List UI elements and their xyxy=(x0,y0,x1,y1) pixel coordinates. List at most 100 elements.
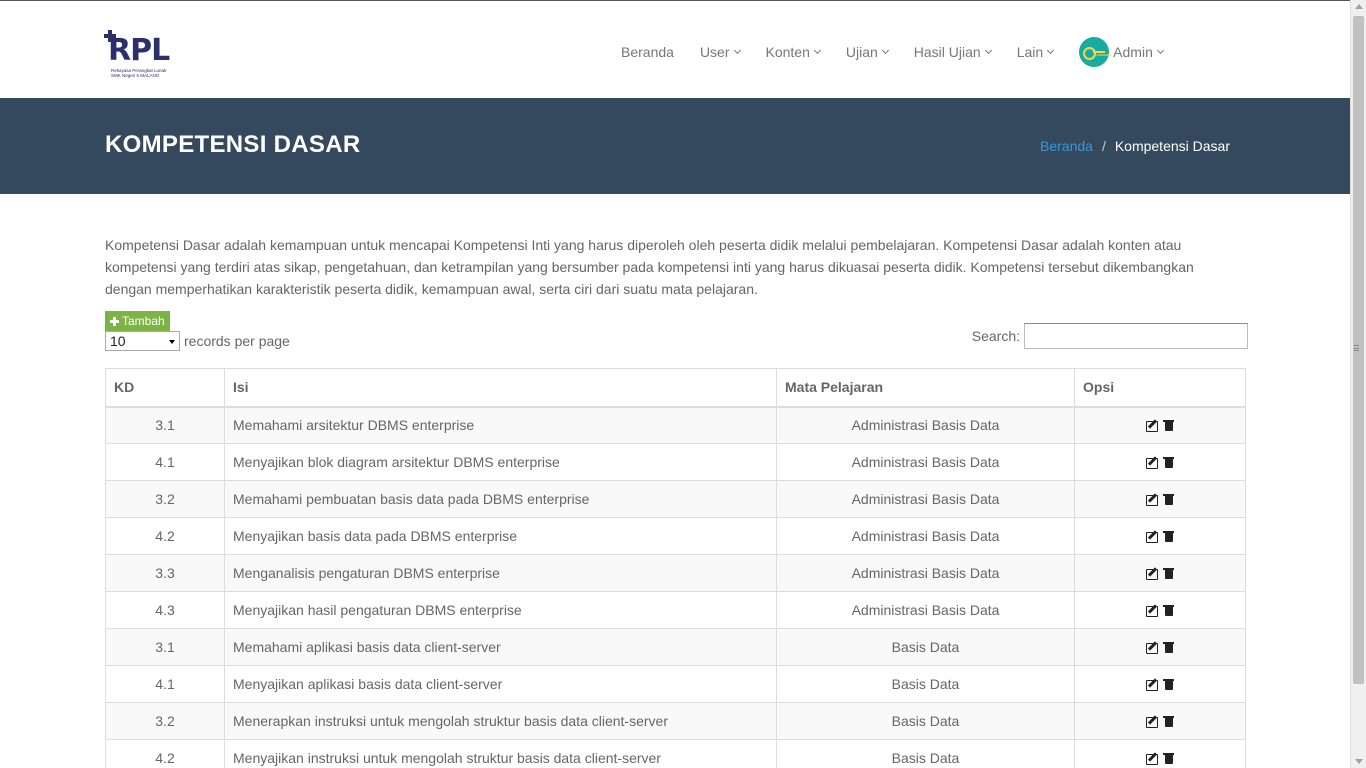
main-content: Kompetensi Dasar adalah kemampuan untuk … xyxy=(105,194,1248,768)
row-actions xyxy=(1083,641,1237,654)
trash-icon[interactable] xyxy=(1163,567,1174,579)
table-row: 4.1 Menyajikan blok diagram arsitektur DB… xyxy=(105,443,1246,481)
cell-opsi xyxy=(1074,443,1246,481)
per-page-control: 10 records per page xyxy=(105,331,290,351)
page-header: KOMPETENSI DASAR Beranda / Kompetensi Da… xyxy=(0,98,1350,194)
main-nav: Beranda User Konten Ujian Hasil Ujian La… xyxy=(608,35,1176,69)
column-header-kd[interactable]: KD xyxy=(105,368,225,408)
cell-mata-pelajaran: Basis Data xyxy=(776,628,1075,666)
row-actions xyxy=(1083,567,1237,580)
logo-text: RPL xyxy=(108,33,170,68)
nav-ujian[interactable]: Ujian xyxy=(833,44,901,60)
chevron-down-icon xyxy=(984,46,992,54)
breadcrumb-separator: / xyxy=(1101,138,1106,154)
kompetensi-table: KD Isi Mata Pelajaran Opsi 3.1 Memahami a… xyxy=(105,368,1246,768)
table-row: 3.1 Memahami arsitektur DBMS enterprise Ad… xyxy=(105,406,1246,444)
row-actions xyxy=(1083,530,1237,543)
cell-kd: 4.2 xyxy=(105,517,225,555)
chevron-down-icon xyxy=(1047,46,1055,54)
cell-mata-pelajaran: Basis Data xyxy=(776,702,1075,740)
cell-opsi xyxy=(1074,739,1246,768)
nav-hasil-ujian[interactable]: Hasil Ujian xyxy=(901,44,1004,60)
table-row: 4.2 Menyajikan basis data pada DBMS enter… xyxy=(105,517,1246,555)
trash-icon[interactable] xyxy=(1163,419,1174,432)
cell-opsi xyxy=(1074,554,1246,592)
chevron-down-icon xyxy=(733,46,741,54)
table-header-row: KD Isi Mata Pelajaran Opsi xyxy=(105,368,1246,408)
edit-icon[interactable] xyxy=(1146,752,1159,765)
cell-mata-pelajaran: Administrasi Basis Data xyxy=(776,591,1075,629)
row-actions xyxy=(1083,419,1237,433)
search-input[interactable] xyxy=(1024,323,1248,349)
nav-user[interactable]: User xyxy=(687,44,753,60)
add-button-label: Tambah xyxy=(122,314,165,328)
edit-icon[interactable] xyxy=(1146,456,1159,469)
cell-opsi xyxy=(1074,480,1246,518)
trash-icon[interactable] xyxy=(1163,752,1174,764)
cell-mata-pelajaran: Basis Data xyxy=(776,739,1075,768)
column-header-isi[interactable]: Isi xyxy=(224,368,777,408)
trash-icon[interactable] xyxy=(1163,678,1174,690)
nav-admin-menu[interactable]: Admin xyxy=(1066,37,1176,67)
cell-kd: 4.3 xyxy=(105,591,225,629)
trash-icon[interactable] xyxy=(1163,641,1174,653)
edit-icon[interactable] xyxy=(1146,567,1159,580)
table-row: 3.2 Menerapkan instruksi untuk mengolah s… xyxy=(105,702,1246,740)
edit-icon[interactable] xyxy=(1146,641,1159,654)
cell-kd: 3.2 xyxy=(105,702,225,740)
add-button[interactable]: Tambah xyxy=(105,311,170,331)
cell-mata-pelajaran: Administrasi Basis Data xyxy=(776,517,1075,555)
cell-kd: 3.2 xyxy=(105,480,225,518)
per-page-value: 10 xyxy=(110,333,126,349)
table-body: 3.1 Memahami arsitektur DBMS enterprise Ad… xyxy=(105,406,1246,768)
edit-icon[interactable] xyxy=(1146,604,1159,617)
edit-icon[interactable] xyxy=(1146,493,1159,506)
cell-kd: 4.2 xyxy=(105,739,225,768)
column-header-mata-pelajaran[interactable]: Mata Pelajaran xyxy=(776,368,1075,408)
trash-icon[interactable] xyxy=(1163,604,1174,616)
nav-ujian-label: Ujian xyxy=(845,44,878,60)
edit-icon[interactable] xyxy=(1146,419,1159,433)
table-row: 4.1 Menyajikan aplikasi basis data client… xyxy=(105,665,1246,703)
row-actions xyxy=(1083,752,1237,765)
per-page-label: records per page xyxy=(184,333,290,349)
cell-kd: 4.1 xyxy=(105,665,225,703)
row-actions xyxy=(1083,456,1237,469)
cell-isi: Menyajikan hasil pengaturan DBMS enterpr… xyxy=(224,591,777,629)
cell-mata-pelajaran: Administrasi Basis Data xyxy=(776,480,1075,518)
trash-icon[interactable] xyxy=(1163,715,1174,727)
nav-konten-label: Konten xyxy=(765,44,810,60)
cell-opsi xyxy=(1074,702,1246,740)
scroll-up-arrow-icon[interactable] xyxy=(1355,4,1363,9)
nav-hasil-ujian-label: Hasil Ujian xyxy=(913,44,981,60)
vertical-scrollbar[interactable] xyxy=(1350,0,1366,768)
cell-mata-pelajaran: Administrasi Basis Data xyxy=(776,443,1075,481)
per-page-select[interactable]: 10 xyxy=(105,331,180,351)
trash-icon[interactable] xyxy=(1163,530,1174,542)
cell-opsi xyxy=(1074,628,1246,666)
cell-mata-pelajaran: Administrasi Basis Data xyxy=(776,406,1075,444)
breadcrumb-home-link[interactable]: Beranda xyxy=(1040,138,1093,154)
edit-icon[interactable] xyxy=(1146,678,1159,691)
cell-isi: Memahami pembuatan basis data pada DBMS … xyxy=(224,480,777,518)
nav-konten[interactable]: Konten xyxy=(753,44,833,60)
table-controls: 10 records per page Search: xyxy=(105,323,1248,363)
cell-kd: 3.1 xyxy=(105,406,225,444)
nav-lain[interactable]: Lain xyxy=(1004,44,1066,60)
trash-icon[interactable] xyxy=(1163,493,1174,505)
cell-isi: Menyajikan basis data pada DBMS enterpri… xyxy=(224,517,777,555)
plus-icon xyxy=(110,316,119,326)
table-row: 4.2 Menyajikan instruksi untuk mengolah s… xyxy=(105,739,1246,768)
cell-mata-pelajaran: Basis Data xyxy=(776,665,1075,703)
trash-icon[interactable] xyxy=(1163,456,1174,468)
edit-icon[interactable] xyxy=(1146,530,1159,543)
rpl-logo[interactable]: RPL Rekayasa Perangkat Lunak SMK Negeri … xyxy=(104,30,170,82)
scrollbar-grip-icon xyxy=(1354,345,1359,351)
scroll-down-arrow-icon[interactable] xyxy=(1355,759,1363,764)
cell-isi: Memahami arsitektur DBMS enterprise xyxy=(224,406,777,444)
column-header-opsi[interactable]: Opsi xyxy=(1074,368,1246,408)
page-title: KOMPETENSI DASAR xyxy=(105,131,361,158)
nav-beranda[interactable]: Beranda xyxy=(608,44,687,60)
edit-icon[interactable] xyxy=(1146,715,1159,728)
chevron-down-icon xyxy=(1156,46,1164,54)
